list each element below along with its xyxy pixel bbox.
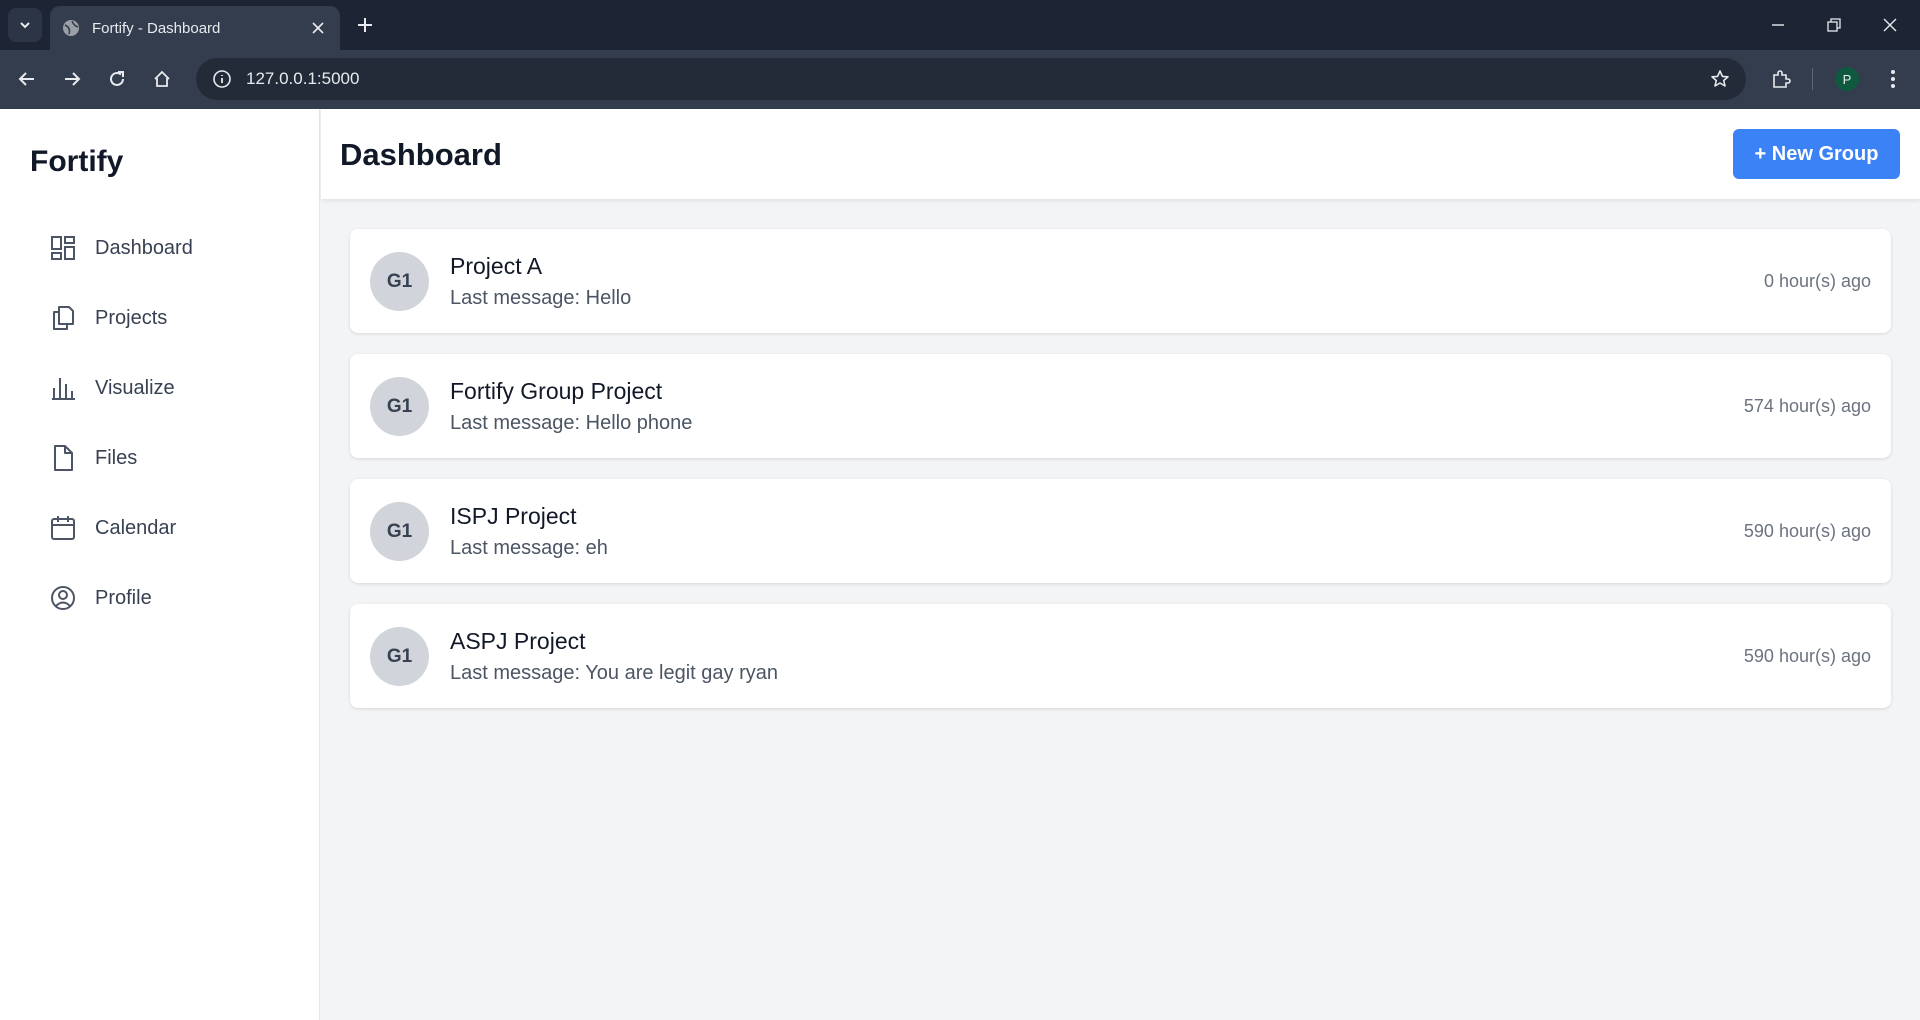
toolbar-divider [1812, 68, 1813, 90]
minimize-button[interactable] [1758, 8, 1798, 42]
group-timestamp: 590 hour(s) ago [1743, 521, 1871, 541]
group-avatar: G1 [370, 502, 429, 561]
group-name: ASPJ Project [450, 628, 586, 654]
user-circle-icon [48, 583, 78, 613]
extensions-button[interactable] [1764, 62, 1798, 96]
tab-search-button[interactable] [8, 8, 42, 42]
chevron-down-icon [20, 22, 30, 29]
group-last-message: Last message: Hello [450, 287, 632, 309]
sidebar-item-label: Projects [95, 306, 168, 329]
group-name: ISPJ Project [450, 503, 577, 529]
profile-button[interactable]: P [1830, 62, 1864, 96]
tab-strip: Fortify - Dashboard [0, 0, 1920, 50]
tab-title: Fortify - Dashboard [92, 19, 221, 37]
sidebar-item-files[interactable]: Files [48, 423, 308, 493]
close-icon[interactable] [308, 18, 328, 38]
group-card[interactable]: G1 ASPJ Project Last message: You are le… [350, 604, 1891, 708]
forward-button[interactable] [55, 62, 89, 96]
group-avatar: G1 [370, 252, 429, 311]
reload-button[interactable] [100, 62, 134, 96]
home-icon [154, 70, 170, 87]
group-card[interactable]: G1 ISPJ Project Last message: eh 590 hou… [350, 479, 1891, 583]
restore-icon [1827, 18, 1841, 32]
sidebar-item-calendar[interactable]: Calendar [48, 493, 308, 563]
sidebar-item-projects[interactable]: Projects [48, 283, 308, 353]
back-button[interactable] [10, 62, 44, 96]
browser-tab[interactable]: Fortify - Dashboard [50, 6, 340, 50]
group-card[interactable]: G1 Project A Last message: Hello 0 hour(… [350, 229, 1891, 333]
sidebar-item-dashboard[interactable]: Dashboard [48, 213, 308, 283]
arrow-left-icon [18, 72, 34, 86]
sidebar-item-label: Dashboard [95, 236, 193, 259]
sidebar-item-profile[interactable]: Profile [48, 563, 308, 633]
group-name: Fortify Group Project [450, 378, 663, 404]
file-icon [48, 443, 78, 473]
plus-icon [358, 18, 372, 32]
group-timestamp: 574 hour(s) ago [1743, 396, 1871, 416]
sidebar-item-label: Files [95, 446, 138, 469]
group-last-message: Last message: Hello phone [450, 412, 693, 434]
group-timestamp: 0 hour(s) ago [1763, 271, 1871, 291]
new-tab-button[interactable] [352, 12, 378, 38]
close-window-button[interactable] [1870, 8, 1910, 42]
sidebar-item-label: Visualize [95, 376, 175, 399]
group-name: Project A [450, 253, 543, 279]
address-bar[interactable]: 127.0.0.1:5000 [196, 58, 1746, 100]
sidebar-nav: Dashboard Projects Visualize Files Calen… [48, 213, 308, 633]
home-button[interactable] [145, 62, 179, 96]
info-icon[interactable] [210, 67, 234, 91]
page-header: Dashboard + New Group [321, 109, 1920, 199]
sidebar-item-visualize[interactable]: Visualize [48, 353, 308, 423]
sidebar: Fortify Dashboard Projects Visualize Fil… [0, 109, 320, 1020]
bar-chart-icon [48, 373, 78, 403]
group-avatar: G1 [370, 377, 429, 436]
globe-icon [62, 19, 80, 37]
group-last-message: Last message: eh [450, 537, 608, 559]
puzzle-icon [1773, 70, 1791, 88]
browser-toolbar: 127.0.0.1:5000 P [0, 50, 1920, 109]
restore-button[interactable] [1814, 8, 1854, 42]
browser-chrome: Fortify - Dashboard 127.0.0.1:5000 P [0, 0, 1920, 109]
group-timestamp: 590 hour(s) ago [1743, 646, 1871, 666]
dashboard-icon [48, 233, 78, 263]
group-card[interactable]: G1 Fortify Group Project Last message: H… [350, 354, 1891, 458]
url-text[interactable]: 127.0.0.1:5000 [246, 69, 1708, 89]
brand-logo: Fortify [30, 145, 124, 178]
group-last-message: Last message: You are legit gay ryan [450, 662, 778, 684]
page-title: Dashboard [340, 137, 502, 172]
browser-menu-button[interactable] [1876, 62, 1910, 96]
group-avatar: G1 [370, 627, 429, 686]
projects-icon [48, 303, 78, 333]
new-group-button[interactable]: + New Group [1733, 129, 1900, 179]
minimize-icon [1772, 24, 1784, 26]
more-vertical-icon [1891, 70, 1895, 88]
reload-icon [110, 71, 124, 86]
calendar-icon [48, 513, 78, 543]
sidebar-item-label: Profile [95, 586, 152, 609]
close-icon [1883, 18, 1897, 32]
avatar: P [1835, 67, 1859, 91]
bookmark-star-icon[interactable] [1708, 67, 1732, 91]
arrow-right-icon [65, 72, 81, 86]
sidebar-item-label: Calendar [95, 516, 177, 539]
group-list: G1 Project A Last message: Hello 0 hour(… [350, 229, 1891, 729]
